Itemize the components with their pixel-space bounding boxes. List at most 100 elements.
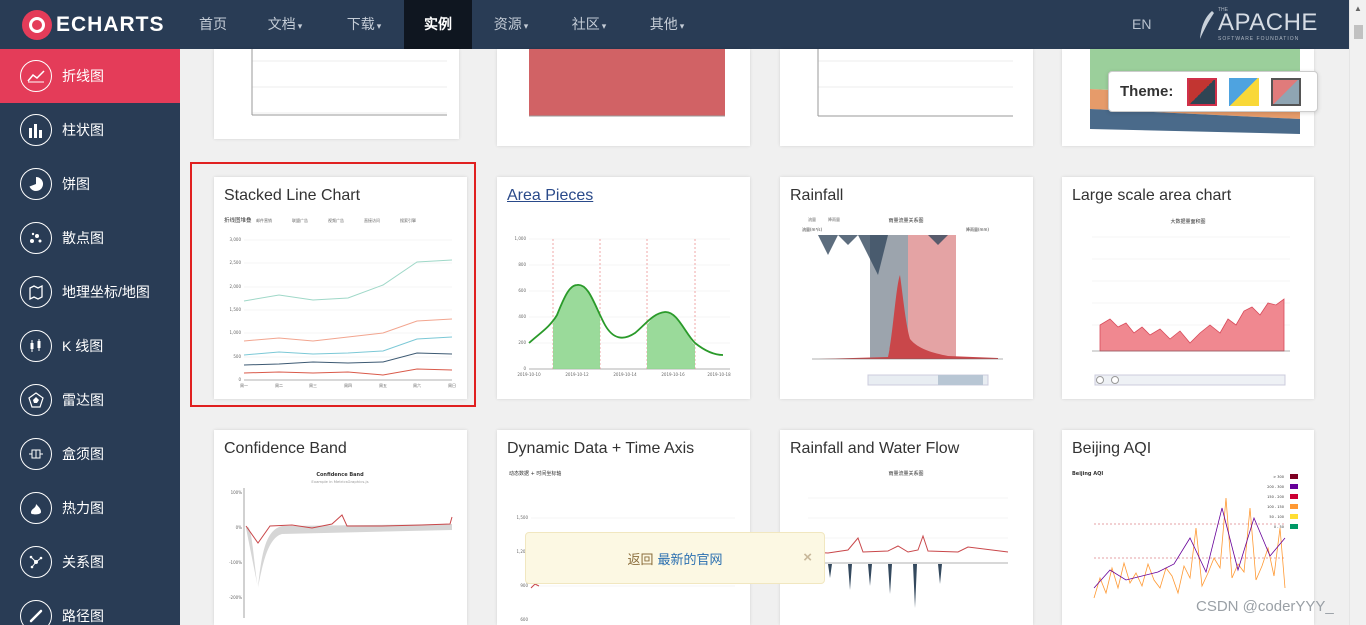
sidebar-item-label: 关系图	[62, 554, 104, 570]
example-card-rainfall[interactable]: Rainfall 雨量流量关系图 流量 降雨量 流量(m³/s) 降雨量(mm)	[780, 177, 1033, 399]
nav-item-download[interactable]: 下载 ▾	[324, 0, 404, 49]
candlestick-icon	[20, 330, 52, 362]
example-card-rain-flow[interactable]: Rainfall and Water Flow 雨量流量关系图	[780, 430, 1033, 625]
example-card-confidence[interactable]: Confidence Band Confidence Band Example …	[214, 430, 467, 625]
example-card[interactable]	[214, 49, 459, 139]
sidebar-item-graph[interactable]: 关系图	[0, 535, 180, 589]
echarts-logo-icon	[22, 10, 52, 40]
example-thumbnail	[505, 49, 742, 146]
heatmap-icon	[20, 492, 52, 524]
card-title[interactable]: Beijing AQI	[1072, 440, 1151, 458]
bar-chart-icon	[20, 114, 52, 146]
sidebar-item-map[interactable]: 地理坐标/地图	[0, 265, 180, 319]
toast-text: 返回	[627, 551, 654, 567]
selection-highlight	[190, 162, 476, 407]
sidebar-item-label: 地理坐标/地图	[62, 284, 150, 300]
theme-switcher: Theme:	[1108, 71, 1318, 112]
official-site-link[interactable]: 最新的官网	[658, 549, 723, 568]
notice-toast: 返回 最新的官网 ×	[525, 532, 825, 584]
example-card-area-pieces[interactable]: Area Pieces 1,000 800 600 400 200 0 2019…	[497, 177, 750, 399]
caret-down-icon: ▾	[376, 21, 382, 31]
sidebar-item-heatmap[interactable]: 热力图	[0, 481, 180, 535]
example-card-large-area[interactable]: Large scale area chart 大数据量面积图	[1062, 177, 1314, 399]
sidebar-item-candlestick[interactable]: K 线图	[0, 319, 180, 373]
nav-label: 社区	[571, 16, 600, 32]
y-tick: -100%	[229, 560, 242, 565]
sidebar-item-boxplot[interactable]: 盒须图	[0, 427, 180, 481]
sidebar-item-label: 折线图	[62, 68, 104, 84]
sidebar-item-pie[interactable]: 饼图	[0, 157, 180, 211]
chart-title: Beijing AQI	[1072, 471, 1103, 477]
scroll-up-icon[interactable]: ▲	[1354, 4, 1362, 13]
graph-icon	[20, 546, 52, 578]
apache-wordmark: APACHE	[1218, 9, 1318, 36]
nav-label: 下载	[346, 16, 375, 32]
sidebar-item-label: 路径图	[62, 608, 104, 624]
sidebar-item-scatter[interactable]: 散点图	[0, 211, 180, 265]
nav-item-community[interactable]: 社区 ▾	[550, 0, 628, 49]
nav-label: 实例	[424, 16, 452, 32]
example-card[interactable]	[497, 49, 750, 146]
sidebar-item-bar[interactable]: 柱状图	[0, 103, 180, 157]
language-switch[interactable]: EN	[1132, 16, 1151, 32]
nav-item-resources[interactable]: 资源 ▾	[472, 0, 550, 49]
sidebar-item-label: 饼图	[62, 176, 90, 192]
rainfall-thumbnail: 雨量流量关系图 流量 降雨量 流量(m³/s) 降雨量(mm)	[788, 215, 1025, 393]
legend-entry: 流量	[808, 216, 816, 222]
example-thumbnail	[788, 49, 1025, 146]
main-nav: 首页 文档 ▾ 下载 ▾ 实例 资源 ▾ 社区 ▾ 其他 ▾	[180, 0, 706, 49]
sidebar-item-line[interactable]: 折线图	[0, 49, 180, 103]
logo-text: ECHARTS	[56, 13, 165, 36]
example-thumbnail	[222, 49, 459, 139]
sidebar-item-label: 柱状图	[62, 122, 104, 138]
nav-item-docs[interactable]: 文档 ▾	[246, 0, 324, 49]
caret-down-icon: ▾	[601, 21, 607, 31]
page-scrollbar[interactable]: ▲	[1349, 0, 1366, 625]
card-title[interactable]: Rainfall and Water Flow	[790, 440, 959, 458]
example-card-aqi[interactable]: Beijing AQI Beijing AQI > 300 200 - 300 …	[1062, 430, 1314, 625]
sidebar-item-label: 散点图	[62, 230, 104, 246]
sidebar-item-path[interactable]: 路径图	[0, 589, 180, 625]
x-tick: 2019-10-10	[517, 372, 541, 377]
theme-swatch-default[interactable]	[1187, 77, 1218, 106]
y-tick: 200	[518, 340, 526, 345]
echarts-logo[interactable]: ECHARTS	[22, 10, 165, 40]
sidebar-item-label: K 线图	[62, 338, 104, 354]
card-title[interactable]: Large scale area chart	[1072, 187, 1231, 205]
sidebar-item-label: 盒须图	[62, 446, 104, 462]
sidebar-item-radar[interactable]: 雷达图	[0, 373, 180, 427]
scatter-icon	[20, 222, 52, 254]
boxplot-icon	[20, 438, 52, 470]
example-card[interactable]	[780, 49, 1033, 146]
close-icon[interactable]: ×	[803, 549, 812, 566]
example-card-dynamic[interactable]: Dynamic Data + Time Axis 动态数据 + 时间坐标轴 1,…	[497, 430, 750, 625]
legend-entry: 50 - 100	[1269, 515, 1284, 519]
nav-item-home[interactable]: 首页	[180, 0, 246, 49]
apache-logo[interactable]: THE APACHE SOFTWARE FOUNDATION	[1198, 7, 1328, 42]
theme-swatch-dark[interactable]	[1271, 77, 1302, 106]
nav-label: 文档	[267, 16, 296, 32]
legend-entry: > 300	[1273, 475, 1284, 479]
theme-swatch-light[interactable]	[1229, 77, 1260, 106]
sidebar-item-label: 热力图	[62, 500, 104, 516]
nav-item-examples[interactable]: 实例	[404, 0, 472, 49]
card-title[interactable]: Area Pieces	[507, 187, 593, 205]
x-tick: 2019-10-14	[613, 372, 637, 377]
path-icon	[20, 600, 52, 625]
y-tick: 400	[518, 314, 526, 319]
scroll-thumb[interactable]	[1354, 25, 1363, 39]
sidebar-item-label: 雷达图	[62, 392, 104, 408]
card-title[interactable]: Rainfall	[790, 187, 843, 205]
x-tick: 2019-10-16	[661, 372, 685, 377]
chart-subtitle: Example in MetricsGraphics.js	[311, 479, 368, 484]
card-title[interactable]: Dynamic Data + Time Axis	[507, 440, 694, 458]
nav-item-others[interactable]: 其他 ▾	[628, 0, 706, 49]
caret-down-icon: ▾	[297, 21, 303, 31]
legend-entry: 100 - 150	[1267, 505, 1284, 509]
nav-label: 其他	[649, 16, 678, 32]
y-tick: -200%	[229, 595, 242, 600]
y-tick: 1,000	[515, 236, 527, 241]
card-title[interactable]: Confidence Band	[224, 440, 347, 458]
axis-label: 流量(m³/s)	[802, 226, 822, 232]
y-tick: 600	[520, 617, 528, 622]
